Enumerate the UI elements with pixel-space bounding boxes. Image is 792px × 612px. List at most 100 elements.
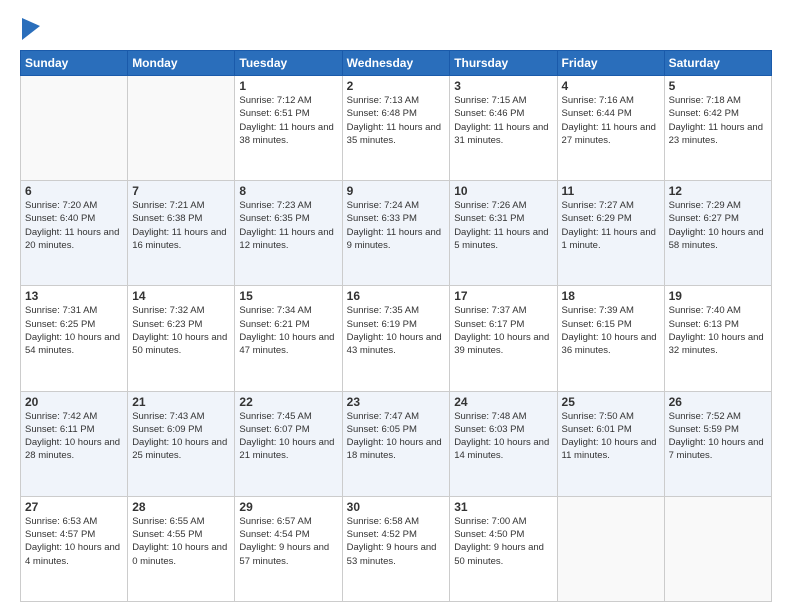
calendar-cell: 5Sunrise: 7:18 AMSunset: 6:42 PMDaylight…	[664, 76, 771, 181]
calendar-cell: 21Sunrise: 7:43 AMSunset: 6:09 PMDayligh…	[128, 391, 235, 496]
calendar-cell: 1Sunrise: 7:12 AMSunset: 6:51 PMDaylight…	[235, 76, 342, 181]
day-number: 27	[25, 500, 123, 514]
day-info: Sunrise: 7:31 AMSunset: 6:25 PMDaylight:…	[25, 304, 123, 357]
calendar-cell: 4Sunrise: 7:16 AMSunset: 6:44 PMDaylight…	[557, 76, 664, 181]
calendar-cell	[21, 76, 128, 181]
day-number: 26	[669, 395, 767, 409]
day-number: 30	[347, 500, 446, 514]
day-info: Sunrise: 7:29 AMSunset: 6:27 PMDaylight:…	[669, 199, 767, 252]
calendar-cell: 12Sunrise: 7:29 AMSunset: 6:27 PMDayligh…	[664, 181, 771, 286]
day-info: Sunrise: 7:12 AMSunset: 6:51 PMDaylight:…	[239, 94, 337, 147]
calendar-cell: 29Sunrise: 6:57 AMSunset: 4:54 PMDayligh…	[235, 496, 342, 601]
day-info: Sunrise: 7:34 AMSunset: 6:21 PMDaylight:…	[239, 304, 337, 357]
day-number: 17	[454, 289, 552, 303]
day-info: Sunrise: 7:23 AMSunset: 6:35 PMDaylight:…	[239, 199, 337, 252]
day-number: 12	[669, 184, 767, 198]
calendar-cell: 16Sunrise: 7:35 AMSunset: 6:19 PMDayligh…	[342, 286, 450, 391]
day-number: 18	[562, 289, 660, 303]
calendar-cell: 18Sunrise: 7:39 AMSunset: 6:15 PMDayligh…	[557, 286, 664, 391]
day-info: Sunrise: 7:13 AMSunset: 6:48 PMDaylight:…	[347, 94, 446, 147]
day-number: 16	[347, 289, 446, 303]
calendar-cell: 10Sunrise: 7:26 AMSunset: 6:31 PMDayligh…	[450, 181, 557, 286]
day-info: Sunrise: 7:43 AMSunset: 6:09 PMDaylight:…	[132, 410, 230, 463]
page: SundayMondayTuesdayWednesdayThursdayFrid…	[0, 0, 792, 612]
calendar-cell: 26Sunrise: 7:52 AMSunset: 5:59 PMDayligh…	[664, 391, 771, 496]
header	[20, 18, 772, 40]
day-number: 7	[132, 184, 230, 198]
week-row-3: 13Sunrise: 7:31 AMSunset: 6:25 PMDayligh…	[21, 286, 772, 391]
day-number: 15	[239, 289, 337, 303]
day-number: 6	[25, 184, 123, 198]
day-number: 25	[562, 395, 660, 409]
day-info: Sunrise: 7:15 AMSunset: 6:46 PMDaylight:…	[454, 94, 552, 147]
weekday-header-sunday: Sunday	[21, 51, 128, 76]
weekday-header-friday: Friday	[557, 51, 664, 76]
weekday-header-saturday: Saturday	[664, 51, 771, 76]
day-number: 4	[562, 79, 660, 93]
day-info: Sunrise: 7:50 AMSunset: 6:01 PMDaylight:…	[562, 410, 660, 463]
day-info: Sunrise: 6:58 AMSunset: 4:52 PMDaylight:…	[347, 515, 446, 568]
day-info: Sunrise: 6:55 AMSunset: 4:55 PMDaylight:…	[132, 515, 230, 568]
day-number: 2	[347, 79, 446, 93]
day-number: 11	[562, 184, 660, 198]
calendar-cell: 27Sunrise: 6:53 AMSunset: 4:57 PMDayligh…	[21, 496, 128, 601]
day-info: Sunrise: 7:00 AMSunset: 4:50 PMDaylight:…	[454, 515, 552, 568]
weekday-header-wednesday: Wednesday	[342, 51, 450, 76]
day-info: Sunrise: 7:47 AMSunset: 6:05 PMDaylight:…	[347, 410, 446, 463]
day-number: 14	[132, 289, 230, 303]
weekday-header-row: SundayMondayTuesdayWednesdayThursdayFrid…	[21, 51, 772, 76]
day-info: Sunrise: 7:45 AMSunset: 6:07 PMDaylight:…	[239, 410, 337, 463]
day-info: Sunrise: 6:53 AMSunset: 4:57 PMDaylight:…	[25, 515, 123, 568]
calendar-cell: 2Sunrise: 7:13 AMSunset: 6:48 PMDaylight…	[342, 76, 450, 181]
calendar-cell: 30Sunrise: 6:58 AMSunset: 4:52 PMDayligh…	[342, 496, 450, 601]
calendar-cell	[664, 496, 771, 601]
weekday-header-monday: Monday	[128, 51, 235, 76]
weekday-header-tuesday: Tuesday	[235, 51, 342, 76]
day-number: 20	[25, 395, 123, 409]
day-number: 28	[132, 500, 230, 514]
calendar-cell	[128, 76, 235, 181]
day-number: 23	[347, 395, 446, 409]
day-info: Sunrise: 7:18 AMSunset: 6:42 PMDaylight:…	[669, 94, 767, 147]
day-info: Sunrise: 7:40 AMSunset: 6:13 PMDaylight:…	[669, 304, 767, 357]
day-number: 31	[454, 500, 552, 514]
day-info: Sunrise: 7:24 AMSunset: 6:33 PMDaylight:…	[347, 199, 446, 252]
calendar-cell	[557, 496, 664, 601]
day-info: Sunrise: 7:48 AMSunset: 6:03 PMDaylight:…	[454, 410, 552, 463]
day-number: 8	[239, 184, 337, 198]
week-row-5: 27Sunrise: 6:53 AMSunset: 4:57 PMDayligh…	[21, 496, 772, 601]
day-number: 9	[347, 184, 446, 198]
calendar-cell: 28Sunrise: 6:55 AMSunset: 4:55 PMDayligh…	[128, 496, 235, 601]
calendar-cell: 7Sunrise: 7:21 AMSunset: 6:38 PMDaylight…	[128, 181, 235, 286]
day-info: Sunrise: 7:26 AMSunset: 6:31 PMDaylight:…	[454, 199, 552, 252]
calendar-cell: 17Sunrise: 7:37 AMSunset: 6:17 PMDayligh…	[450, 286, 557, 391]
week-row-4: 20Sunrise: 7:42 AMSunset: 6:11 PMDayligh…	[21, 391, 772, 496]
day-number: 19	[669, 289, 767, 303]
day-info: Sunrise: 7:37 AMSunset: 6:17 PMDaylight:…	[454, 304, 552, 357]
day-info: Sunrise: 7:42 AMSunset: 6:11 PMDaylight:…	[25, 410, 123, 463]
calendar-cell: 9Sunrise: 7:24 AMSunset: 6:33 PMDaylight…	[342, 181, 450, 286]
logo-icon	[22, 18, 40, 40]
calendar-cell: 24Sunrise: 7:48 AMSunset: 6:03 PMDayligh…	[450, 391, 557, 496]
calendar-cell: 31Sunrise: 7:00 AMSunset: 4:50 PMDayligh…	[450, 496, 557, 601]
day-info: Sunrise: 7:20 AMSunset: 6:40 PMDaylight:…	[25, 199, 123, 252]
calendar-cell: 14Sunrise: 7:32 AMSunset: 6:23 PMDayligh…	[128, 286, 235, 391]
calendar-cell: 13Sunrise: 7:31 AMSunset: 6:25 PMDayligh…	[21, 286, 128, 391]
day-info: Sunrise: 7:35 AMSunset: 6:19 PMDaylight:…	[347, 304, 446, 357]
day-info: Sunrise: 7:21 AMSunset: 6:38 PMDaylight:…	[132, 199, 230, 252]
day-info: Sunrise: 7:39 AMSunset: 6:15 PMDaylight:…	[562, 304, 660, 357]
calendar-cell: 20Sunrise: 7:42 AMSunset: 6:11 PMDayligh…	[21, 391, 128, 496]
calendar-cell: 8Sunrise: 7:23 AMSunset: 6:35 PMDaylight…	[235, 181, 342, 286]
calendar-cell: 19Sunrise: 7:40 AMSunset: 6:13 PMDayligh…	[664, 286, 771, 391]
day-number: 22	[239, 395, 337, 409]
weekday-header-thursday: Thursday	[450, 51, 557, 76]
week-row-1: 1Sunrise: 7:12 AMSunset: 6:51 PMDaylight…	[21, 76, 772, 181]
day-number: 21	[132, 395, 230, 409]
calendar-cell: 15Sunrise: 7:34 AMSunset: 6:21 PMDayligh…	[235, 286, 342, 391]
calendar-cell: 22Sunrise: 7:45 AMSunset: 6:07 PMDayligh…	[235, 391, 342, 496]
day-info: Sunrise: 7:52 AMSunset: 5:59 PMDaylight:…	[669, 410, 767, 463]
calendar-cell: 3Sunrise: 7:15 AMSunset: 6:46 PMDaylight…	[450, 76, 557, 181]
day-number: 13	[25, 289, 123, 303]
logo	[20, 18, 42, 40]
calendar-cell: 23Sunrise: 7:47 AMSunset: 6:05 PMDayligh…	[342, 391, 450, 496]
